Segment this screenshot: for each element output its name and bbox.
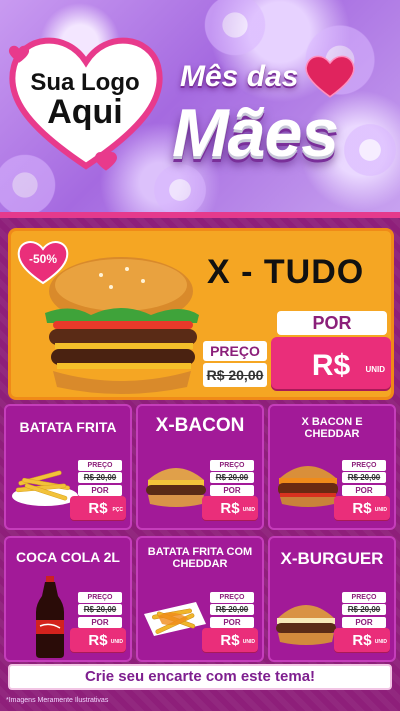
- featured-offer: -50% X - TUDO POR PREÇO R$ 20,00 R$ 10,0…: [8, 228, 394, 400]
- product-card: BATATA FRITA COM CHEDDAR PREÇO R$ 20,00 …: [136, 536, 264, 662]
- heart-icon: [305, 55, 355, 98]
- preco-label: PREÇO: [342, 460, 386, 471]
- price-tag: PREÇO R$ 20,00 POR R$ 10,00 UNID: [334, 460, 390, 528]
- por-label: POR: [78, 485, 122, 496]
- preco-label: PREÇO: [78, 592, 122, 603]
- preco-label: PREÇO: [203, 341, 267, 361]
- preco-label: PREÇO: [342, 592, 386, 603]
- new-price: R$ 10,00 UNID: [334, 496, 390, 528]
- featured-product-name: X - TUDO: [207, 253, 365, 291]
- price-tag: PREÇO R$ 20,00 POR R$ 10,00 UNID: [202, 460, 258, 528]
- new-price: R$ 10,00 UNID: [70, 628, 126, 660]
- product-name: X-BACON: [155, 415, 245, 436]
- old-price: R$ 20,00: [203, 363, 267, 387]
- burger-icon: [146, 468, 206, 507]
- unit-label: UNID: [374, 507, 387, 513]
- por-label: POR: [210, 485, 254, 496]
- new-price: R$ 10,00 UNID: [202, 496, 258, 528]
- preco-label: PREÇO: [210, 460, 254, 471]
- preco-label: PREÇO: [78, 460, 122, 471]
- logo-line2: Aqui: [47, 93, 123, 132]
- price-tag: PREÇO R$ 20,00 POR R$ 10,00 UNID: [70, 592, 126, 660]
- unit-label: UNID: [110, 639, 123, 645]
- logo-line1: Sua Logo: [30, 69, 140, 96]
- flower-decoration: [200, 0, 270, 60]
- product-card: X BACON E CHEDDAR PREÇO R$ 20,00 POR R$ …: [268, 404, 396, 530]
- por-label: POR: [210, 617, 254, 628]
- price-tag: PREÇO R$ 20,00 POR R$ 10,00 UNID: [334, 592, 390, 660]
- price-tag: PREÇO R$ 20,00 POR R$ 10,00 UNID: [202, 592, 258, 660]
- heart-icon: [94, 151, 118, 171]
- por-label: POR: [342, 485, 386, 496]
- disclaimer-text: *Imagens Meramente Ilustrativas: [6, 697, 109, 704]
- unit-label: UNID: [365, 365, 385, 374]
- product-name: X-BURGUER: [280, 549, 384, 568]
- new-price: R$ 10,00 PÇC: [70, 496, 126, 528]
- burger-icon: [276, 605, 336, 645]
- product-card: X-BACON PREÇO R$ 20,00 POR R$ 10,00 UNID: [136, 404, 264, 530]
- heart-icon: [8, 45, 30, 63]
- product-name: X BACON E CHEDDAR: [301, 416, 363, 441]
- por-label: POR: [342, 617, 386, 628]
- old-price: R$ 20,00: [78, 604, 122, 615]
- new-price: R$ 10,00 UNID: [202, 628, 258, 660]
- product-card: X-BURGUER PREÇO R$ 20,00 POR R$ 10,00 UN…: [268, 536, 396, 662]
- por-label: POR: [277, 311, 387, 335]
- new-price: R$ 10,00 UNID: [334, 628, 390, 660]
- product-name: BATATA FRITA COM CHEDDAR: [147, 546, 253, 571]
- unit-label: UNID: [242, 639, 255, 645]
- new-price-value: R$ 10,00: [79, 500, 117, 528]
- old-price: R$ 20,00: [342, 472, 386, 483]
- burger-icon: [45, 257, 199, 394]
- preco-label: PREÇO: [210, 592, 254, 603]
- unit-label: UNID: [242, 507, 255, 513]
- old-price: R$ 20,00: [78, 472, 122, 483]
- new-price: R$ 10,00 UNID: [271, 337, 391, 389]
- logo-placeholder: Sua Logo Aqui: [20, 70, 150, 131]
- campaign-title: Mês das Mães: [172, 60, 396, 171]
- burger-icon: [278, 466, 338, 507]
- new-price-value: R$ 10,00: [311, 349, 351, 382]
- header-banner: Sua Logo Aqui Mês das Mães: [0, 0, 400, 220]
- unit-label: UNID: [374, 639, 387, 645]
- offers-panel: -50% X - TUDO POR PREÇO R$ 20,00 R$ 10,0…: [0, 212, 400, 711]
- title-main: Mães: [172, 95, 339, 171]
- soda-bottle-icon: [36, 576, 64, 658]
- por-label: POR: [78, 617, 122, 628]
- featured-price-tag: POR PREÇO R$ 20,00 R$ 10,00 UNID: [203, 311, 391, 397]
- cta-banner[interactable]: Crie seu encarte com este tema!: [8, 664, 392, 690]
- price-tag: PREÇO R$ 20,00 POR R$ 10,00 PÇC: [70, 460, 126, 528]
- old-price: R$ 20,00: [210, 604, 254, 615]
- old-price: R$ 20,00: [210, 472, 254, 483]
- product-card: BATATA FRITA PREÇO R$ 20,00 POR R$ 10,00…: [4, 404, 132, 530]
- title-top: Mês das: [180, 60, 299, 93]
- product-card: COCA COLA 2L PREÇO R$ 20,00 POR R$ 10,00…: [4, 536, 132, 662]
- old-price: R$ 20,00: [342, 604, 386, 615]
- product-name: COCA COLA 2L: [16, 549, 120, 565]
- fries-icon: [144, 602, 206, 636]
- product-name: BATATA FRITA: [19, 419, 117, 435]
- unit-label: PÇC: [112, 507, 123, 513]
